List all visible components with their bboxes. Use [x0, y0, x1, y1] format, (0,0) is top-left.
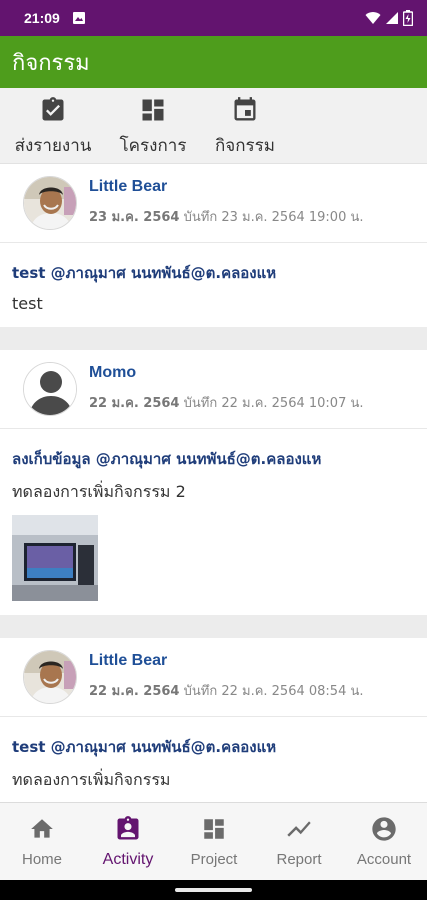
- divider: [0, 327, 427, 350]
- post-body: test @ภาณุมาศ นนทพันธ์@ต.คลองแห ทดลองการ…: [0, 717, 427, 802]
- nav-label: Account: [356, 851, 412, 868]
- home-icon: [31, 819, 53, 838]
- author-link[interactable]: Momo: [89, 364, 136, 382]
- post-card[interactable]: Momo 22 ม.ค. 2564 บันทึก 22 ม.ค. 2564 10…: [0, 350, 427, 615]
- record-date: บันทึก 22 ม.ค. 2564 10:07 น.: [183, 396, 364, 411]
- post-card[interactable]: Little Bear 23 ม.ค. 2564 บันทึก 23 ม.ค. …: [0, 164, 427, 327]
- post-date: 23 ม.ค. 2564 บันทึก 23 ม.ค. 2564 19:00 น…: [89, 206, 364, 227]
- status-bar: 21:09: [0, 0, 427, 36]
- post-title[interactable]: ลงเก็บข้อมูล @ภาณุมาศ นนทพันธ์@ต.คลองแห: [12, 447, 415, 471]
- tab-projects[interactable]: โครงการ: [112, 94, 194, 160]
- post-header: Little Bear 23 ม.ค. 2564 บันทึก 23 ม.ค. …: [0, 164, 427, 243]
- top-tab-bar: ส่งรายงาน โครงการ กิจกรรม: [0, 88, 427, 164]
- calendar-icon: [234, 97, 256, 121]
- author-link[interactable]: Little Bear: [89, 652, 167, 670]
- tab-label: ส่งรายงาน: [14, 136, 92, 156]
- default-avatar-icon: [24, 363, 76, 415]
- account-circle-icon: [372, 817, 396, 841]
- signal-icon: [386, 12, 398, 24]
- avatar[interactable]: [23, 176, 77, 230]
- avatar[interactable]: [23, 650, 77, 704]
- assignment-check-icon: [42, 97, 64, 121]
- author-link[interactable]: Little Bear: [89, 178, 167, 196]
- dashboard-icon: [204, 819, 224, 839]
- tab-activities[interactable]: กิจกรรม: [206, 94, 284, 160]
- bottom-navigation: Home Activity Project Report Account: [0, 802, 427, 880]
- activity-date: 22 ม.ค. 2564: [89, 684, 180, 699]
- wifi-icon: [365, 12, 381, 24]
- post-card[interactable]: Little Bear 22 ม.ค. 2564 บันทึก 22 ม.ค. …: [0, 638, 427, 802]
- nav-label: Home: [21, 851, 62, 868]
- nav-report[interactable]: Report: [259, 815, 339, 868]
- post-header: Little Bear 22 ม.ค. 2564 บันทึก 22 ม.ค. …: [0, 638, 427, 717]
- dashboard-icon: [142, 99, 164, 121]
- post-text: ทดลองการเพิ่มกิจกรรม: [12, 770, 171, 789]
- post-title[interactable]: test @ภาณุมาศ นนทพันธ์@ต.คลองแห: [12, 261, 415, 285]
- page-title: กิจกรรม: [12, 50, 90, 76]
- nav-account[interactable]: Account: [344, 815, 424, 868]
- trending-icon: [287, 821, 311, 837]
- post-body: ลงเก็บข้อมูล @ภาณุมาศ นนทพันธ์@ต.คลองแห …: [0, 429, 427, 615]
- status-time: 21:09: [24, 10, 60, 26]
- tab-label: กิจกรรม: [214, 136, 275, 156]
- post-title[interactable]: test @ภาณุมาศ นนทพันธ์@ต.คลองแห: [12, 735, 415, 759]
- post-header: Momo 22 ม.ค. 2564 บันทึก 22 ม.ค. 2564 10…: [0, 350, 427, 429]
- app-bar: กิจกรรม: [0, 36, 427, 88]
- nav-label: Activity: [102, 851, 154, 868]
- nav-project[interactable]: Project: [174, 815, 254, 868]
- record-date: บันทึก 23 ม.ค. 2564 19:00 น.: [183, 210, 364, 225]
- divider: [0, 615, 427, 638]
- tab-send-report[interactable]: ส่งรายงาน: [8, 94, 98, 160]
- system-navigation-bar: [0, 880, 427, 900]
- post-text: test: [12, 294, 43, 313]
- post-image-thumbnail[interactable]: [12, 515, 98, 601]
- home-gesture-pill[interactable]: [175, 888, 252, 892]
- nav-label: Project: [190, 851, 238, 868]
- photo-icon: [72, 12, 85, 24]
- battery-icon: [403, 10, 413, 26]
- post-date: 22 ม.ค. 2564 บันทึก 22 ม.ค. 2564 10:07 น…: [89, 392, 364, 413]
- nav-label: Report: [276, 851, 322, 868]
- post-body: test @ภาณุมาศ นนทพันธ์@ต.คลองแห test: [0, 243, 427, 327]
- activity-date: 23 ม.ค. 2564: [89, 210, 180, 225]
- post-date: 22 ม.ค. 2564 บันทึก 22 ม.ค. 2564 08:54 น…: [89, 680, 364, 701]
- avatar[interactable]: [23, 362, 77, 416]
- tab-label: โครงการ: [119, 136, 187, 156]
- nav-home[interactable]: Home: [2, 815, 82, 868]
- activity-feed[interactable]: Little Bear 23 ม.ค. 2564 บันทึก 23 ม.ค. …: [0, 164, 427, 802]
- post-text: ทดลองการเพิ่มกิจกรรม 2: [12, 482, 186, 501]
- clipboard-user-icon: [117, 816, 139, 840]
- record-date: บันทึก 22 ม.ค. 2564 08:54 น.: [183, 684, 364, 699]
- activity-date: 22 ม.ค. 2564: [89, 396, 180, 411]
- nav-activity[interactable]: Activity: [88, 815, 168, 869]
